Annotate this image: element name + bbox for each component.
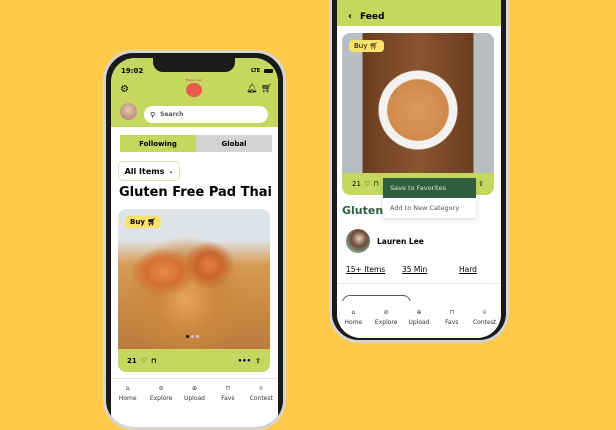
like-count: 21 — [352, 180, 361, 188]
gear-icon[interactable]: ⚙ — [120, 84, 129, 95]
bottom-nav: ⌂ Home ⊘ Explore ⊕ Upload ⊓ Favs ♕ Contest — [111, 385, 278, 402]
nav-label: Favs — [445, 319, 459, 326]
bottom-nav: ⌂ Home ⊘ Explore ⊕ Upload ⊓ Favs ♕ Contest — [337, 301, 501, 338]
right-phone: ‹ Feed Buy 🛒︎ 21 ♡ ⊓ ⇧ Save to Favorites… — [329, 0, 509, 343]
left-phone: 19:02 LTE ⚙ Make it up! 🔔︎ 🛒︎ ⚲ Search F… — [103, 50, 286, 430]
nav-label: Upload — [408, 319, 430, 326]
share-icon[interactable]: ⇧ — [255, 357, 261, 365]
bell-icon[interactable]: 🔔︎ — [246, 84, 257, 94]
nav-label: Contest — [472, 319, 497, 326]
nav-upload[interactable]: ⊕ Upload — [404, 309, 434, 338]
battery-icon — [264, 69, 273, 73]
nav-contest[interactable]: ♕ Contest — [246, 385, 276, 402]
search-input[interactable]: ⚲ Search — [144, 106, 268, 123]
nav-label: Explore — [374, 319, 398, 326]
heart-icon[interactable]: ♡ — [141, 357, 147, 365]
recipe-title: Gluten — [342, 204, 384, 217]
plus-circle-icon: ⊕ — [416, 309, 422, 316]
compass-icon: ⊘ — [383, 309, 389, 316]
nav-explore[interactable]: ⊘ Explore — [146, 385, 176, 402]
nav-favs[interactable]: ⊓ Favs — [213, 385, 243, 402]
left-screen: 19:02 LTE ⚙ Make it up! 🔔︎ 🛒︎ ⚲ Search F… — [111, 58, 278, 427]
stat-items[interactable]: 15+ Items — [346, 265, 385, 274]
cart-icon: 🛒︎ — [147, 218, 157, 226]
home-icon: ⌂ — [125, 385, 130, 392]
nav-label: Explore — [149, 395, 173, 402]
stat-time[interactable]: 35 Min — [402, 265, 427, 274]
header-title: Feed — [360, 12, 385, 22]
nav-label: Favs — [221, 395, 235, 402]
stat-difficulty[interactable]: Hard — [459, 265, 477, 274]
nav-home[interactable]: ⌂ Home — [338, 309, 368, 338]
logo-text: Make it up! — [185, 78, 203, 82]
nav-favs[interactable]: ⊓ Favs — [437, 309, 467, 338]
compass-icon: ⊘ — [158, 385, 164, 392]
like-count: 21 — [127, 356, 137, 365]
bookmark-icon[interactable]: ⊓ — [373, 180, 378, 188]
nav-label: Home — [344, 319, 363, 326]
buy-button[interactable]: Buy 🛒︎ — [349, 40, 384, 52]
search-placeholder: Search — [160, 111, 184, 118]
nav-explore[interactable]: ⊘ Explore — [371, 309, 401, 338]
chevron-down-icon: ⌄ — [168, 167, 174, 175]
trophy-icon: ♕ — [258, 385, 264, 392]
carousel-dots[interactable] — [186, 335, 199, 338]
author-name[interactable]: Lauren Lee — [377, 237, 424, 246]
right-screen: ‹ Feed Buy 🛒︎ 21 ♡ ⊓ ⇧ Save to Favorites… — [337, 0, 501, 338]
nav-label: Contest — [249, 395, 273, 402]
nav-label: Upload — [183, 395, 205, 402]
notch — [153, 58, 235, 72]
tab-global[interactable]: Global — [196, 135, 272, 152]
card-actions: 21 ♡ ⊓ ••• ⇧ — [118, 349, 270, 372]
bookmark-icon: ⊓ — [225, 385, 231, 392]
buy-label: Buy — [354, 42, 368, 50]
nav-home[interactable]: ⌂ Home — [113, 385, 143, 402]
status-time: 19:02 — [121, 67, 144, 75]
buy-button[interactable]: Buy 🛒︎ — [125, 216, 162, 228]
status-network: LTE — [251, 68, 261, 74]
avatar[interactable] — [120, 103, 137, 120]
author-avatar[interactable] — [346, 229, 370, 253]
logo: Make it up! — [181, 78, 207, 97]
tab-following[interactable]: Following — [120, 135, 196, 152]
bookmark-icon[interactable]: ⊓ — [151, 357, 157, 365]
buy-label: Buy — [130, 218, 145, 226]
feed-tabs: Following Global — [120, 135, 272, 152]
divider — [337, 283, 501, 284]
trophy-icon: ♕ — [481, 309, 488, 316]
more-icon[interactable]: ••• — [238, 357, 251, 365]
cart-icon: 🛒︎ — [369, 42, 379, 50]
cart-icon[interactable]: 🛒︎ — [261, 84, 272, 94]
nav-label: Home — [118, 395, 137, 402]
share-icon[interactable]: ⇧ — [478, 180, 484, 188]
context-menu: Save to Favorites Add to New Category — [383, 178, 476, 218]
filter-dropdown[interactable]: All Items ⌄ — [118, 161, 180, 181]
filter-value: All Items — [124, 166, 165, 176]
divider — [111, 378, 278, 379]
recipe-image: Buy 🛒︎ — [118, 209, 270, 349]
bookmark-icon: ⊓ — [449, 309, 455, 316]
heart-icon[interactable]: ♡ — [364, 180, 370, 188]
menu-save-to-favorites[interactable]: Save to Favorites — [383, 178, 476, 198]
recipe-card[interactable]: Buy 🛒︎ 21 ♡ ⊓ ⇧ — [342, 33, 494, 195]
nav-upload[interactable]: ⊕ Upload — [179, 385, 209, 402]
recipe-card[interactable]: Buy 🛒︎ 21 ♡ ⊓ ••• ⇧ — [118, 209, 270, 372]
back-icon[interactable]: ‹ — [348, 11, 352, 22]
home-icon: ⌂ — [351, 309, 356, 316]
recipe-title: Gluten Free Pad Thai — [119, 185, 272, 200]
search-icon: ⚲ — [150, 110, 156, 119]
recipe-image: Buy 🛒︎ — [342, 33, 494, 173]
nav-contest[interactable]: ♕ Contest — [470, 309, 500, 338]
menu-add-to-new-category[interactable]: Add to New Category — [383, 198, 476, 218]
plus-circle-icon: ⊕ — [191, 385, 197, 392]
